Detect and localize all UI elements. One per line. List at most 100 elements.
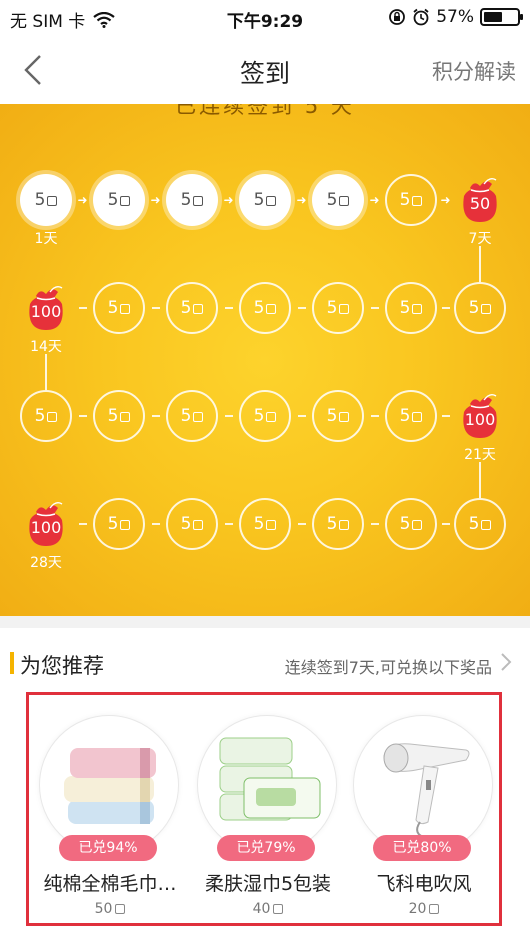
unchecked-coin[interactable]: 5 (93, 498, 145, 550)
checked-coin[interactable]: 5 (20, 174, 72, 226)
points-unit-icon (339, 520, 350, 530)
product-name: 飞科电吹风 (376, 873, 472, 895)
points-unit-icon (266, 196, 277, 206)
points-unit-icon (120, 196, 131, 206)
reward-bag-icon[interactable]: 100 (20, 498, 72, 550)
arrow-icon: ➜ (369, 193, 380, 207)
coin-value: 5 (107, 190, 119, 210)
unchecked-coin[interactable]: 5 (239, 498, 291, 550)
points-unit-icon (339, 196, 350, 206)
coin-value: 5 (468, 298, 480, 318)
product-name: 柔肤湿巾5包装 (204, 873, 332, 895)
product-card[interactable]: 已兑94% 纯棉全棉毛巾… 50 (31, 695, 189, 923)
coin-value: 5 (399, 514, 411, 534)
checked-coin[interactable]: 5 (93, 174, 145, 226)
recommended-products: 已兑94% 纯棉全棉毛巾… 50 已兑79% 柔肤湿巾5包装 40 已兑80% … (26, 692, 502, 926)
connector-line (151, 307, 160, 309)
reward-value: 100 (30, 302, 62, 321)
reward-value: 50 (469, 194, 491, 213)
checked-coin[interactable]: 5 (239, 174, 291, 226)
recommend-header[interactable]: 为您推荐 连续签到7天,可兑换以下奖品 (0, 628, 530, 698)
arrow-icon: ➜ (440, 193, 451, 207)
reward-value: 100 (464, 410, 496, 429)
product-price: 20 (345, 901, 503, 917)
coin-value: 5 (399, 406, 411, 426)
chevron-right-icon (501, 653, 512, 671)
unchecked-coin[interactable]: 5 (385, 282, 437, 334)
arrow-icon: ➜ (77, 193, 88, 207)
alarm-icon (413, 8, 429, 26)
points-unit-icon (266, 520, 277, 530)
checked-coin[interactable]: 5 (312, 174, 364, 226)
points-explanation-link[interactable]: 积分解读 (432, 56, 516, 86)
redeemed-badge: 已兑80% (373, 835, 471, 861)
connector-line (224, 415, 233, 417)
wet-wipes-image (197, 715, 337, 855)
points-unit-icon (120, 304, 131, 314)
unchecked-coin[interactable]: 5 (239, 390, 291, 442)
unchecked-coin[interactable]: 5 (20, 390, 72, 442)
unchecked-coin[interactable]: 5 (385, 174, 437, 226)
points-unit-icon (339, 412, 350, 422)
connector-line (78, 523, 87, 525)
unchecked-coin[interactable]: 5 (312, 390, 364, 442)
points-unit-icon (193, 304, 204, 314)
price-value: 20 (408, 901, 427, 917)
points-unit-icon (481, 304, 492, 314)
unchecked-coin[interactable]: 5 (166, 498, 218, 550)
unchecked-coin[interactable]: 5 (312, 498, 364, 550)
coin-value: 5 (399, 190, 411, 210)
arrow-icon: ➜ (150, 193, 161, 207)
price-value: 50 (94, 901, 113, 917)
connector-line (151, 415, 160, 417)
points-unit-icon (429, 904, 440, 914)
connector-line (441, 307, 450, 309)
status-bar: 无 SIM 卡 下午9:29 57% (0, 0, 530, 36)
points-unit-icon (481, 520, 492, 530)
unchecked-coin[interactable]: 5 (166, 390, 218, 442)
reward-bag-icon[interactable]: 50 (454, 174, 506, 226)
connector-line (297, 523, 306, 525)
points-unit-icon (339, 304, 350, 314)
points-unit-icon (47, 196, 58, 206)
unchecked-coin[interactable]: 5 (93, 282, 145, 334)
coin-value: 5 (253, 190, 265, 210)
redeemed-badge: 已兑94% (59, 835, 157, 861)
points-unit-icon (193, 412, 204, 422)
coin-value: 5 (399, 298, 411, 318)
unchecked-coin[interactable]: 5 (454, 282, 506, 334)
nav-bar: 签到 积分解读 (0, 36, 530, 104)
points-unit-icon (412, 520, 423, 530)
reward-bag-icon[interactable]: 100 (454, 390, 506, 442)
coin-value: 5 (34, 406, 46, 426)
rotation-lock-icon (389, 9, 406, 25)
unchecked-coin[interactable]: 5 (93, 390, 145, 442)
coin-value: 5 (180, 190, 192, 210)
checked-coin[interactable]: 5 (166, 174, 218, 226)
connector-line (441, 523, 450, 525)
product-card[interactable]: 已兑80% 飞科电吹风 20 (345, 695, 503, 923)
unchecked-coin[interactable]: 5 (454, 498, 506, 550)
unchecked-coin[interactable]: 5 (166, 282, 218, 334)
price-value: 40 (252, 901, 271, 917)
coin-value: 5 (326, 298, 338, 318)
product-card[interactable]: 已兑79% 柔肤湿巾5包装 40 (189, 695, 347, 923)
connector-line (224, 307, 233, 309)
coin-value: 5 (326, 514, 338, 534)
coin-value: 5 (34, 190, 46, 210)
connector-line (370, 307, 379, 309)
coin-value: 5 (253, 298, 265, 318)
recommend-hint: 连续签到7天,可兑换以下奖品 (284, 658, 492, 677)
unchecked-coin[interactable]: 5 (239, 282, 291, 334)
day-label: 21天 (464, 447, 496, 463)
unchecked-coin[interactable]: 5 (385, 390, 437, 442)
connector-line (370, 523, 379, 525)
unchecked-coin[interactable]: 5 (312, 282, 364, 334)
reward-bag-icon[interactable]: 100 (20, 282, 72, 334)
points-unit-icon (412, 196, 423, 206)
reward-value: 100 (30, 518, 62, 537)
coin-value: 5 (107, 406, 119, 426)
coin-value: 5 (468, 514, 480, 534)
connector-line (479, 462, 481, 498)
unchecked-coin[interactable]: 5 (385, 498, 437, 550)
